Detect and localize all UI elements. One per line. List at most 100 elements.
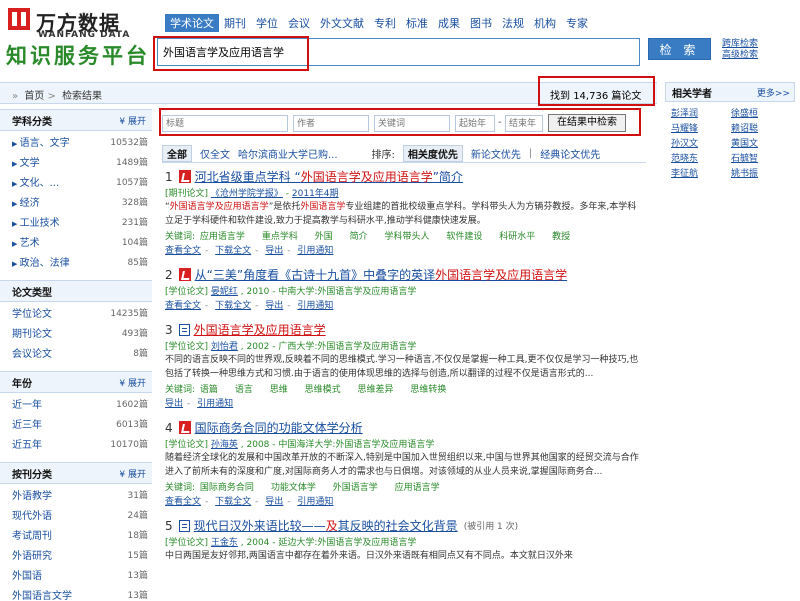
filter-all-tab[interactable]: 全部 [162, 145, 192, 162]
sort-classic-link[interactable]: 经典论文优先 [540, 146, 600, 161]
facet-item[interactable]: 近一年 1602篇 [0, 393, 152, 413]
view-fulltext-link[interactable]: 查看全文 [165, 246, 201, 256]
export-link[interactable]: 导出 [165, 399, 183, 409]
facet-item[interactable]: ▶ 经济 328篇 [0, 191, 152, 211]
pdf-icon[interactable] [178, 170, 191, 183]
cross-db-search-link[interactable]: 跨库检索 [722, 39, 758, 50]
keyword-link[interactable]: 软件建设 [446, 232, 482, 242]
author-link[interactable]: 王金东 [211, 538, 238, 548]
nav-tab[interactable]: 法规 [497, 14, 529, 32]
citation-alert-link[interactable]: 引用通知 [297, 246, 333, 256]
facet-item[interactable]: ▶ 文学 1489篇 [0, 151, 152, 171]
facet-item[interactable]: 期刊论文 493篇 [0, 322, 152, 342]
nav-tab[interactable]: 成果 [433, 14, 465, 32]
expand-arrow-icon[interactable]: ▶ [12, 180, 20, 188]
facet-item[interactable]: ▶ 工业技术 231篇 [0, 211, 152, 231]
scholar-link[interactable]: 黄国文 [731, 136, 791, 149]
advanced-search-link[interactable]: 高级检索 [722, 50, 758, 61]
expand-arrow-icon[interactable]: ▶ [12, 260, 20, 268]
citation-alert-link[interactable]: 引用通知 [197, 399, 233, 409]
issue-link[interactable]: 2011年4期 [292, 189, 339, 199]
view-fulltext-link[interactable]: 查看全文 [165, 301, 201, 311]
keyword-link[interactable]: 国际商务合同 [200, 483, 254, 493]
keyword-link[interactable]: 思维 [270, 385, 288, 395]
author-link[interactable]: 孙海英 [211, 440, 238, 450]
nav-tab[interactable]: 学术论文 [165, 14, 219, 32]
export-link[interactable]: 导出 [265, 497, 283, 507]
result-title-link[interactable]: 国际商务合同的功能文体学分析 [195, 419, 363, 436]
download-fulltext-link[interactable]: 下载全文 [215, 246, 251, 256]
facet-item[interactable]: 现代外语 24篇 [0, 504, 152, 524]
nav-tab[interactable]: 期刊 [219, 14, 251, 32]
export-link[interactable]: 导出 [265, 246, 283, 256]
scholar-link[interactable]: 范晓东 [671, 151, 731, 164]
expand-arrow-icon[interactable]: ▶ [12, 220, 20, 228]
keyword-link[interactable]: 重点学科 [262, 232, 298, 242]
author-link[interactable]: 晏妮红 [211, 287, 238, 297]
nav-tab[interactable]: 图书 [465, 14, 497, 32]
result-title-link[interactable]: 现代日汉外来语比较——及其反映的社会文化背景 [194, 517, 458, 534]
keyword-link[interactable]: 简介 [350, 232, 368, 242]
facet-expand-button[interactable]: ¥ 展开 [119, 376, 146, 389]
scholar-link[interactable]: 孙汉文 [671, 136, 731, 149]
keyword-link[interactable]: 应用语言学 [200, 232, 245, 242]
filter-fulltext-link[interactable]: 仅全文 [200, 146, 230, 161]
expand-arrow-icon[interactable]: ▶ [12, 140, 20, 148]
scholar-link[interactable]: 彭泽润 [671, 106, 731, 119]
nav-tab[interactable]: 外文文献 [315, 14, 369, 32]
scholar-link[interactable]: 李征航 [671, 166, 731, 179]
result-title-link[interactable]: 河北省级重点学科 “外国语言学及应用语言学”简介 [195, 168, 463, 185]
facet-expand-button[interactable]: ¥ 展开 [119, 114, 146, 127]
journal-link[interactable]: 《沧州学院学报》 [211, 189, 283, 199]
pdf-icon[interactable] [178, 268, 191, 281]
expand-arrow-icon[interactable]: ▶ [12, 240, 20, 248]
keyword-link[interactable]: 外国语言学 [333, 483, 378, 493]
keyword-link[interactable]: 学科带头人 [384, 232, 429, 242]
keyword-link[interactable]: 应用语言学 [395, 483, 440, 493]
facet-item[interactable]: 外语研究 15篇 [0, 544, 152, 564]
facet-item[interactable]: 学位论文 14235篇 [0, 302, 152, 322]
sort-relevance-button[interactable]: 相关度优先 [402, 145, 463, 162]
expand-arrow-icon[interactable]: ▶ [12, 200, 20, 208]
facet-item[interactable]: 外国语 13篇 [0, 564, 152, 584]
keyword-link[interactable]: 思维模式 [305, 385, 341, 395]
nav-tab[interactable]: 学位 [251, 14, 283, 32]
scholar-link[interactable]: 姚书振 [731, 166, 791, 179]
author-link[interactable]: 刘怡君 [211, 342, 238, 352]
pdf-icon[interactable] [178, 421, 191, 434]
download-fulltext-link[interactable]: 下载全文 [215, 497, 251, 507]
nav-tab[interactable]: 专利 [369, 14, 401, 32]
sort-newest-link[interactable]: 新论文优先 [471, 146, 521, 161]
facet-item[interactable]: 外国语言文学 13篇 [0, 584, 152, 601]
view-fulltext-link[interactable]: 查看全文 [165, 497, 201, 507]
keyword-link[interactable]: 教授 [552, 232, 570, 242]
filter-purchased-link[interactable]: 哈尔滨商业大学已购... [238, 146, 338, 161]
result-title-link[interactable]: 从“三美”角度看《古诗十九首》中叠字的英译外国语言学及应用语言学 [195, 266, 567, 283]
citation-alert-link[interactable]: 引用通知 [297, 301, 333, 311]
citation-alert-link[interactable]: 引用通知 [297, 497, 333, 507]
export-link[interactable]: 导出 [265, 301, 283, 311]
keyword-link[interactable]: 语篇 [200, 385, 218, 395]
scholar-link[interactable]: 石毓智 [731, 151, 791, 164]
facet-item[interactable]: 外语教学 31篇 [0, 484, 152, 504]
more-scholars-link[interactable]: 更多>> [757, 86, 790, 99]
facet-item[interactable]: 会议论文 8篇 [0, 342, 152, 362]
facet-item[interactable]: 考试周刊 18篇 [0, 524, 152, 544]
keyword-link[interactable]: 科研水平 [499, 232, 535, 242]
keyword-link[interactable]: 语言 [235, 385, 253, 395]
nav-tab[interactable]: 标准 [401, 14, 433, 32]
keyword-link[interactable]: 功能文体学 [271, 483, 316, 493]
facet-item[interactable]: ▶ 文化、... 1057篇 [0, 171, 152, 191]
scholar-link[interactable]: 徐盛桓 [731, 106, 791, 119]
breadcrumb-home[interactable]: 首页 [24, 91, 44, 102]
nav-tab[interactable]: 机构 [529, 14, 561, 32]
nav-tab[interactable]: 专家 [561, 14, 593, 32]
facet-item[interactable]: ▶ 政治、法律 85篇 [0, 251, 152, 271]
search-button[interactable]: 检 索 [648, 38, 711, 60]
facet-item[interactable]: ▶ 语言、文字 10532篇 [0, 131, 152, 151]
nav-tab[interactable]: 会议 [283, 14, 315, 32]
result-title-link[interactable]: 外国语言学及应用语言学 [194, 321, 326, 338]
scholar-link[interactable]: 赖诏聪 [731, 121, 791, 134]
expand-arrow-icon[interactable]: ▶ [12, 160, 20, 168]
scholar-link[interactable]: 马耀锋 [671, 121, 731, 134]
